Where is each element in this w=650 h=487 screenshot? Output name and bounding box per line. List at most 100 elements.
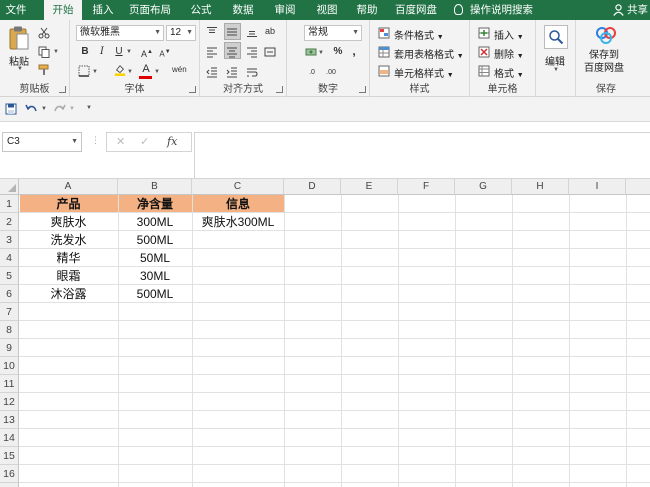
tab-formulas[interactable]: 公式	[182, 0, 220, 20]
column-header-d[interactable]: D	[284, 179, 341, 195]
insert-function-icon[interactable]: fx	[167, 135, 177, 148]
editing-dropdown-icon[interactable]: ▼	[553, 67, 559, 73]
row-header-6[interactable]: 6	[0, 285, 19, 303]
cell-a1[interactable]: 产品	[19, 195, 118, 213]
align-center-icon[interactable]	[226, 46, 238, 58]
fill-color-icon[interactable]	[114, 64, 126, 76]
column-header-f[interactable]: F	[398, 179, 455, 195]
font-color-icon[interactable]: A	[139, 62, 153, 76]
enter-icon[interactable]: ✓	[140, 135, 149, 148]
cell-b5[interactable]: 30ML	[118, 267, 192, 285]
cloud-icon[interactable]	[595, 26, 617, 44]
delete-cells-icon[interactable]	[478, 46, 490, 58]
row-header-9[interactable]: 9	[0, 339, 19, 357]
splitter-dots-icon[interactable]: ⋮	[91, 135, 100, 146]
copy-icon[interactable]	[38, 46, 50, 58]
cell-a5[interactable]: 眼霜	[19, 267, 118, 285]
align-right-icon[interactable]	[246, 46, 258, 58]
tab-home[interactable]: 开始	[44, 0, 82, 20]
tab-baidu-netdisk[interactable]: 百度网盘	[390, 0, 442, 20]
tab-page-layout[interactable]: 页面布局	[124, 0, 176, 20]
cell-styles-icon[interactable]	[378, 65, 390, 77]
row-header-13[interactable]: 13	[0, 411, 19, 429]
paste-icon[interactable]	[8, 25, 30, 51]
currency-icon[interactable]	[305, 46, 317, 58]
row-header-17[interactable]: 17	[0, 483, 19, 487]
currency-dropdown-icon[interactable]: ▼	[318, 50, 324, 56]
merge-center-icon[interactable]	[264, 46, 276, 58]
border-dropdown-icon[interactable]: ▼	[92, 69, 98, 75]
search-icon[interactable]	[548, 29, 564, 45]
fill-color-dropdown-icon[interactable]: ▼	[127, 69, 133, 75]
cell-c2[interactable]: 爽肤水300ML	[192, 213, 284, 231]
column-header-a[interactable]: A	[19, 179, 118, 195]
cell-b3[interactable]: 500ML	[118, 231, 192, 249]
save-to-netdisk-line2[interactable]: 百度网盘	[584, 59, 624, 74]
format-button[interactable]: 格式 ▼	[494, 65, 524, 80]
column-header-partial[interactable]	[626, 179, 650, 195]
increase-font-icon[interactable]: A▲	[140, 45, 154, 59]
redo-dropdown-icon[interactable]: ▼	[69, 106, 75, 112]
column-header-g[interactable]: G	[455, 179, 512, 195]
column-header-i[interactable]: I	[569, 179, 626, 195]
cut-icon[interactable]	[38, 27, 50, 39]
column-header-b[interactable]: B	[118, 179, 192, 195]
cell-styles-button[interactable]: 单元格样式 ▼	[394, 65, 454, 80]
row-header-10[interactable]: 10	[0, 357, 19, 375]
decrease-decimal-icon[interactable]: .00	[324, 66, 338, 80]
cell-b4[interactable]: 50ML	[118, 249, 192, 267]
increase-indent-icon[interactable]	[226, 66, 238, 78]
delete-button[interactable]: 删除 ▼	[494, 46, 524, 61]
cell-a3[interactable]: 洗发水	[19, 231, 118, 249]
column-header-c[interactable]: C	[192, 179, 284, 195]
save-icon[interactable]	[5, 103, 17, 115]
row-header-5[interactable]: 5	[0, 267, 19, 285]
customize-toolbar-icon[interactable]: ▼	[86, 105, 92, 111]
column-header-e[interactable]: E	[341, 179, 398, 195]
undo-dropdown-icon[interactable]: ▼	[41, 106, 47, 112]
column-header-h[interactable]: H	[512, 179, 569, 195]
select-all-button[interactable]	[0, 179, 19, 195]
comma-style-icon[interactable]: ,	[347, 44, 361, 58]
cell-a6[interactable]: 沐浴露	[19, 285, 118, 303]
cell-c1[interactable]: 信息	[192, 195, 284, 213]
insert-button[interactable]: 插入 ▼	[494, 27, 524, 42]
font-name-combo[interactable]: 微软雅黑 ▼	[76, 25, 164, 41]
font-size-combo[interactable]: 12 ▼	[166, 25, 196, 41]
increase-decimal-icon[interactable]: .0	[305, 66, 319, 80]
tab-insert[interactable]: 插入	[84, 0, 122, 20]
insert-cells-icon[interactable]	[478, 27, 490, 39]
format-as-table-icon[interactable]	[378, 46, 390, 58]
row-header-16[interactable]: 16	[0, 465, 19, 483]
bold-icon[interactable]: B	[78, 45, 92, 59]
wrap-text-icon[interactable]	[246, 66, 258, 78]
row-header-14[interactable]: 14	[0, 429, 19, 447]
undo-icon[interactable]	[25, 103, 38, 115]
tab-data[interactable]: 数据	[224, 0, 262, 20]
decrease-font-icon[interactable]: A▼	[158, 45, 172, 59]
row-header-8[interactable]: 8	[0, 321, 19, 339]
format-painter-icon[interactable]	[38, 64, 50, 76]
phonetic-icon[interactable]: wén	[172, 63, 187, 77]
cell-c5[interactable]	[192, 267, 284, 285]
italic-icon[interactable]: I	[95, 45, 109, 59]
align-bottom-icon[interactable]	[246, 26, 258, 38]
name-box[interactable]: C3 ▼	[2, 132, 82, 152]
cell-b6[interactable]: 500ML	[118, 285, 192, 303]
paste-dropdown-icon[interactable]: ▼	[17, 66, 23, 72]
align-top-icon[interactable]	[206, 26, 218, 38]
orientation-icon[interactable]: ab	[263, 24, 277, 38]
tell-me-search[interactable]: 操作说明搜索	[470, 0, 542, 20]
clipboard-launcher-icon[interactable]	[59, 86, 66, 93]
conditional-formatting-button[interactable]: 条件格式 ▼	[394, 27, 444, 42]
font-launcher-icon[interactable]	[189, 86, 196, 93]
align-left-icon[interactable]	[206, 46, 218, 58]
row-header-11[interactable]: 11	[0, 375, 19, 393]
copy-dropdown-icon[interactable]: ▼	[53, 49, 59, 55]
redo-icon[interactable]	[53, 103, 66, 115]
conditional-formatting-icon[interactable]	[378, 27, 390, 39]
align-middle-icon[interactable]	[226, 26, 238, 38]
cell-c4[interactable]	[192, 249, 284, 267]
row-header-1[interactable]: 1	[0, 195, 19, 213]
row-header-4[interactable]: 4	[0, 249, 19, 267]
